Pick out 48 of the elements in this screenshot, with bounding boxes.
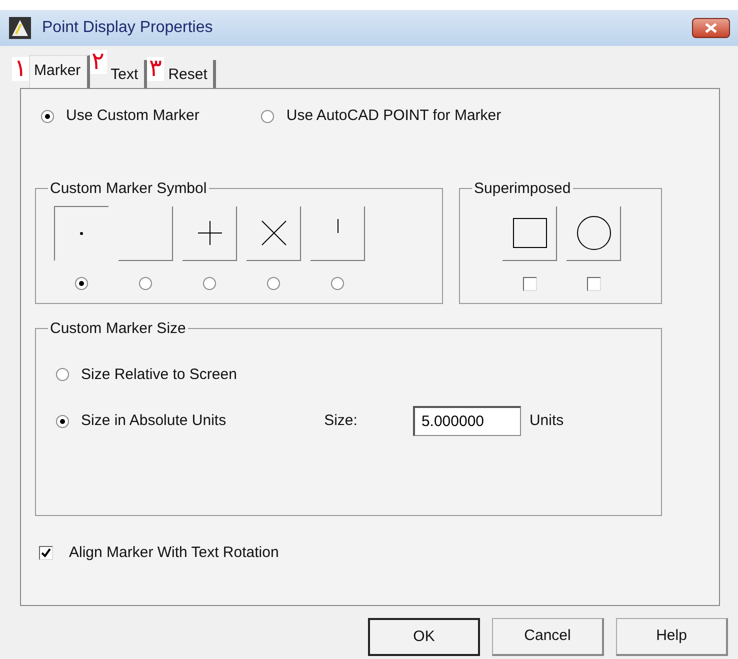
units-label: Units bbox=[529, 410, 564, 431]
checkbox[interactable] bbox=[522, 276, 536, 290]
dialog-button[interactable]: Help bbox=[616, 618, 728, 656]
close-icon bbox=[705, 23, 717, 33]
radio-label[interactable]: Size in Absolute Units bbox=[81, 410, 226, 432]
marker-symbol-button[interactable] bbox=[182, 206, 237, 260]
dialog-button[interactable]: OK bbox=[368, 618, 480, 656]
annotation-number: ۲ bbox=[90, 50, 107, 74]
window-title: Point Display Properties bbox=[42, 18, 213, 38]
group-title: Superimposed bbox=[473, 180, 572, 198]
radio-button[interactable] bbox=[75, 276, 88, 290]
marker-symbol-button[interactable] bbox=[566, 206, 621, 260]
radio-button[interactable] bbox=[331, 276, 344, 290]
tick-mark-icon bbox=[336, 218, 338, 232]
radio-label[interactable]: Use AutoCAD POINT for Marker bbox=[286, 105, 502, 128]
radio-label[interactable]: Use Custom Marker bbox=[66, 105, 200, 128]
checkmark-icon bbox=[41, 548, 51, 558]
circle-icon bbox=[576, 216, 610, 250]
marker-symbol-button[interactable] bbox=[502, 206, 557, 260]
marker-symbol-button[interactable] bbox=[54, 206, 109, 260]
annotation-number: ۱ bbox=[12, 57, 29, 81]
plus-icon bbox=[196, 220, 222, 246]
radio-button[interactable] bbox=[267, 276, 280, 290]
field-label: Size: bbox=[324, 410, 358, 431]
marker-symbol-button[interactable] bbox=[118, 206, 173, 260]
marker-symbol-button[interactable] bbox=[310, 206, 365, 260]
dot-icon bbox=[80, 232, 83, 234]
group-title: Custom Marker Size bbox=[49, 320, 187, 338]
checkbox-label[interactable]: Align Marker With Text Rotation bbox=[69, 542, 279, 564]
radio-button[interactable] bbox=[41, 110, 54, 123]
app-icon bbox=[8, 16, 32, 40]
tab[interactable]: Marker bbox=[29, 54, 90, 88]
checkbox[interactable] bbox=[39, 546, 53, 560]
marker-symbol-button[interactable] bbox=[246, 206, 301, 260]
radio-button[interactable] bbox=[56, 414, 69, 428]
radio-button[interactable] bbox=[261, 110, 274, 123]
dialog-button[interactable]: Cancel bbox=[492, 618, 604, 656]
radio-label[interactable]: Size Relative to Screen bbox=[81, 364, 237, 386]
square-icon bbox=[512, 218, 546, 248]
group-title: Custom Marker Symbol bbox=[49, 180, 208, 198]
close-button[interactable] bbox=[692, 18, 730, 38]
annotation-number: ۳ bbox=[147, 57, 164, 81]
radio-button[interactable] bbox=[203, 276, 216, 290]
checkbox[interactable] bbox=[586, 276, 600, 290]
size-field[interactable]: 5.000000 bbox=[413, 406, 522, 436]
cross-icon bbox=[260, 220, 286, 246]
radio-button[interactable] bbox=[56, 368, 69, 382]
radio-button[interactable] bbox=[139, 276, 152, 290]
